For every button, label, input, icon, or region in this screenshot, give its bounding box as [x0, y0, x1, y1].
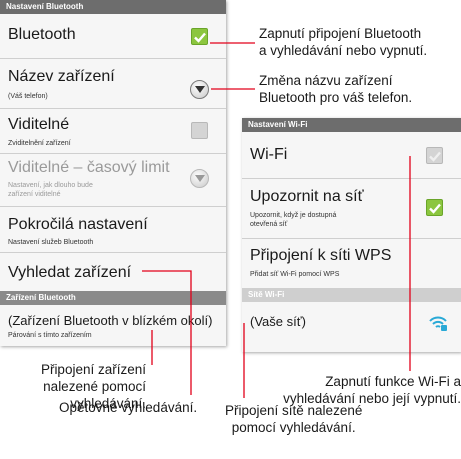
bluetooth-devices-header: Zařízení Bluetooth	[0, 291, 226, 305]
wps-connect-item[interactable]: Připojení k síti WPS Přidat síť Wi-Fi po…	[242, 239, 461, 288]
bluetooth-title: Bluetooth	[8, 26, 76, 43]
device-name-item[interactable]: Název zařízení (Váš telefon)	[0, 59, 226, 109]
wifi-settings-panel: Nastavení Wi-Fi Wi-Fi Upozornit na síť U…	[242, 118, 461, 352]
checkmark-icon	[194, 32, 206, 43]
wifi-toggle-item[interactable]: Wi-Fi	[242, 132, 461, 179]
device-name-title: Název zařízení	[8, 68, 115, 85]
callout-bluetooth-toggle-line2: a vyhledávání nebo vypnutí.	[259, 43, 428, 58]
callout-rename: Změna názvu zařízení Bluetooth pro váš t…	[259, 72, 412, 106]
visibility-timeout-dropdown	[190, 169, 209, 188]
visible-subtitle: Zviditelnění zařízení	[8, 140, 71, 147]
device-name-subtitle: (Váš telefon)	[8, 93, 48, 100]
chevron-down-icon	[195, 175, 205, 182]
wps-connect-title: Připojení k síti WPS	[250, 247, 392, 264]
bluetooth-device-subtitle: Párování s tímto zařízením	[8, 332, 92, 339]
visibility-timeout-title: Viditelné – časový limit	[8, 159, 170, 176]
callout-rename-line2: Bluetooth pro váš telefon.	[259, 90, 413, 105]
visible-item[interactable]: Viditelné Zviditelnění zařízení	[0, 109, 226, 154]
bluetooth-toggle-item[interactable]: Bluetooth	[0, 14, 226, 59]
network-notify-title: Upozornit na síť	[250, 188, 364, 205]
scan-devices-title: Vyhledat zařízení	[8, 264, 132, 281]
callout-rename-line1: Změna názvu zařízení	[259, 73, 393, 88]
visible-title: Viditelné	[8, 116, 70, 133]
chevron-down-icon	[195, 86, 205, 93]
advanced-settings-subtitle: Nastavení služeb Bluetooth	[8, 239, 94, 246]
callout-connect-network: Připojení sítě nalezené pomocí vyhledává…	[225, 402, 362, 436]
callout-wifi-toggle-line1: Zapnutí funkce Wi-Fi a	[325, 374, 461, 389]
scan-devices-item[interactable]: Vyhledat zařízení	[0, 253, 226, 291]
wifi-panel-header: Nastavení Wi-Fi	[242, 118, 461, 132]
callout-rescan-line1: Opětovné vyhledávání.	[59, 400, 198, 415]
wifi-networks-header: Sítě Wi-Fi	[242, 288, 461, 302]
callout-bluetooth-toggle-line1: Zapnutí připojení Bluetooth	[259, 26, 422, 41]
device-name-dropdown[interactable]	[190, 80, 209, 99]
network-notify-checkbox[interactable]	[426, 199, 443, 216]
bluetooth-panel-header: Nastavení Bluetooth	[0, 0, 226, 14]
network-notify-subtitle-line1: Upozornit, když je dostupná	[250, 212, 337, 219]
visibility-timeout-subtitle-line1: Nastavení, jak dlouho bude	[8, 182, 93, 189]
visibility-timeout-subtitle-line2: zařízení viditelné	[8, 191, 61, 198]
wps-connect-subtitle: Přidat síť Wi-Fi pomocí WPS	[250, 271, 340, 278]
wifi-network-item[interactable]: (Vaše síť)	[242, 302, 461, 352]
advanced-settings-title: Pokročilá nastavení	[8, 216, 148, 233]
callout-pair-line1: Připojení zařízení	[40, 362, 146, 377]
callout-pair-line2: nalezené pomocí	[43, 379, 146, 394]
network-notify-subtitle-line2: otevřená síť	[250, 221, 288, 228]
wifi-signal-icon	[429, 316, 447, 331]
wifi-title: Wi-Fi	[250, 146, 288, 163]
bluetooth-checkbox[interactable]	[191, 28, 208, 45]
callout-bluetooth-toggle: Zapnutí připojení Bluetooth a vyhledáván…	[259, 25, 427, 59]
callout-connect-network-line2: pomocí vyhledávání.	[231, 420, 356, 435]
visibility-timeout-item: Viditelné – časový limit Nastavení, jak …	[0, 154, 226, 207]
bluetooth-device-title: (Zařízení Bluetooth v blízkém okolí)	[8, 313, 213, 328]
checkmark-icon	[429, 203, 441, 214]
wifi-checkbox[interactable]	[426, 147, 443, 164]
network-notify-item[interactable]: Upozornit na síť Upozornit, když je dost…	[242, 179, 461, 239]
callout-connect-network-line1: Připojení sítě nalezené	[225, 403, 363, 418]
callout-rescan: Opětovné vyhledávání.	[59, 399, 197, 416]
advanced-settings-item[interactable]: Pokročilá nastavení Nastavení služeb Blu…	[0, 207, 226, 253]
bluetooth-device-item[interactable]: (Zařízení Bluetooth v blízkém okolí) Pár…	[0, 305, 226, 346]
bluetooth-settings-panel: Nastavení Bluetooth Bluetooth Název zaří…	[0, 0, 226, 346]
checkmark-icon	[429, 151, 441, 162]
visible-checkbox[interactable]	[191, 122, 208, 139]
wifi-network-title: (Vaše síť)	[250, 314, 306, 329]
